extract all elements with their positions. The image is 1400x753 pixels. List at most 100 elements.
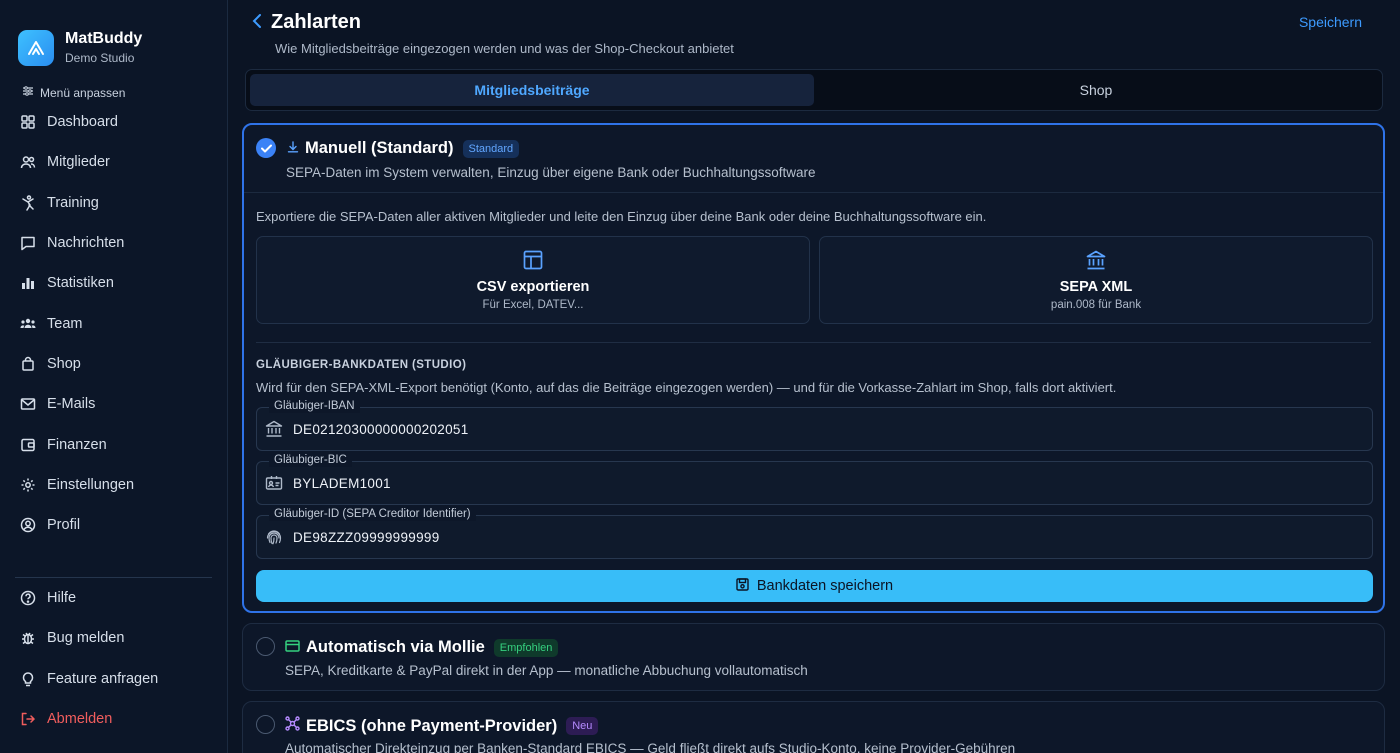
sidebar-item-label: Einstellungen — [47, 476, 135, 493]
sidebar-item-hilfe[interactable]: Hilfe — [0, 578, 228, 618]
chevron-left-icon — [252, 13, 262, 33]
sliders-icon — [22, 85, 34, 100]
sidebar-item-feature-anfragen[interactable]: Feature anfragen — [0, 659, 228, 699]
save-bank-data-button[interactable]: Bankdaten speichern — [256, 570, 1373, 602]
iban-input[interactable] — [293, 408, 1353, 450]
payment-option-mollie[interactable]: Automatisch via Mollie Empfohlen SEPA, K… — [242, 623, 1385, 691]
bic-field: Gläubiger-BIC — [256, 453, 1373, 505]
radio-selected-icon[interactable] — [256, 138, 276, 158]
sidebar-item-label: Profil — [47, 517, 81, 534]
bank-section-title: GLÄUBIGER-BANKDATEN (STUDIO) — [256, 359, 467, 371]
sepa-xml-export-button[interactable]: SEPA XML pain.008 für Bank — [819, 236, 1373, 324]
option-title: EBICS (ohne Payment-Provider) — [306, 716, 558, 735]
export-subtitle: pain.008 für Bank — [1050, 299, 1142, 311]
option-description: Automatischer Direkteinzug per Banken-St… — [285, 741, 1016, 753]
sidebar-item-dashboard[interactable]: Dashboard — [0, 102, 228, 142]
bank-icon — [265, 420, 283, 438]
iban-field: Gläubiger-IBAN — [256, 399, 1373, 451]
gear-icon — [20, 477, 36, 493]
bug-icon — [20, 630, 36, 646]
sidebar-item-mitglieder[interactable]: Mitglieder — [0, 142, 228, 182]
id-card-icon — [265, 474, 283, 492]
back-button[interactable] — [252, 13, 268, 33]
sidebar-item-label: Abmelden — [47, 711, 113, 728]
radio-button[interactable] — [256, 715, 275, 734]
save-bank-data-label: Bankdaten speichern — [756, 578, 894, 594]
status-badge: Empfohlen — [493, 638, 559, 657]
sidebar-item-abmelden[interactable]: Abmelden — [0, 699, 228, 739]
export-intro: Exportiere die SEPA-Daten aller aktiven … — [256, 209, 987, 224]
logout-icon — [20, 711, 36, 727]
brand-subtitle: Demo Studio — [65, 51, 135, 65]
wallet-icon — [20, 437, 36, 453]
sidebar-item-label: Training — [47, 194, 99, 211]
sidebar-item-training[interactable]: Training — [0, 183, 228, 223]
sidebar-item-label: Team — [47, 315, 83, 332]
users-icon — [20, 154, 36, 170]
sidebar-item-profil[interactable]: Profil — [0, 505, 228, 545]
bic-input[interactable] — [293, 462, 1353, 504]
csv-export-button[interactable]: CSV exportieren Für Excel, DATEV... — [256, 236, 810, 324]
radio-button[interactable] — [256, 637, 275, 656]
tab-mitgliedsbeitraege[interactable]: Mitgliedsbeiträge — [250, 74, 814, 106]
tab-shop[interactable]: Shop — [814, 74, 1378, 106]
sidebar-item-label: Feature anfragen — [47, 670, 159, 687]
credit-card-icon — [285, 639, 300, 657]
sidebar-item-label: Mitglieder — [47, 154, 110, 171]
main-nav: Dashboard Mitglieder Training Nachrichte… — [0, 102, 228, 545]
shopping-bag-icon — [20, 356, 36, 372]
sidebar-item-label: Bug melden — [47, 630, 125, 647]
export-title: SEPA XML — [1059, 279, 1133, 295]
sidebar-item-label: Dashboard — [47, 114, 118, 131]
section-divider — [256, 342, 1371, 343]
option-title: Automatisch via Mollie — [306, 638, 485, 656]
sidebar-item-label: Statistiken — [47, 275, 114, 292]
main-content: Zahlarten Wie Mitgliedsbeiträge eingezog… — [228, 0, 1400, 753]
status-badge: Standard — [462, 139, 520, 158]
sidebar: MatBuddy Demo Studio Menü anpassen Dashb… — [0, 0, 228, 753]
sidebar-item-label: Hilfe — [47, 590, 77, 607]
sidebar-item-statistiken[interactable]: Statistiken — [0, 263, 228, 303]
sidebar-item-label: Finanzen — [47, 436, 107, 453]
grid-icon — [20, 114, 36, 130]
sidebar-item-emails[interactable]: E-Mails — [0, 384, 228, 424]
brand-name: MatBuddy — [65, 30, 143, 47]
creditor-id-field: Gläubiger-ID (SEPA Creditor Identifier) — [256, 507, 1373, 559]
download-icon — [287, 140, 299, 158]
status-badge: Neu — [566, 717, 599, 735]
lightbulb-icon — [20, 671, 36, 687]
option-header[interactable]: Manuell (Standard) Standard SEPA-Daten i… — [244, 125, 1383, 193]
brand[interactable]: MatBuddy Demo Studio — [18, 29, 142, 66]
chat-icon — [20, 235, 36, 251]
sidebar-item-nachrichten[interactable]: Nachrichten — [0, 223, 228, 263]
option-description: SEPA-Daten im System verwalten, Einzug ü… — [286, 165, 816, 180]
help-icon — [20, 590, 36, 606]
sidebar-item-finanzen[interactable]: Finanzen — [0, 424, 228, 464]
menu-adjust-button[interactable]: Menü anpassen — [22, 85, 125, 100]
save-button[interactable]: Speichern — [1299, 14, 1362, 30]
sidebar-item-shop[interactable]: Shop — [0, 344, 228, 384]
option-title: Manuell (Standard) — [305, 139, 454, 157]
export-title: CSV exportieren — [476, 279, 590, 295]
brand-logo-icon — [18, 29, 54, 66]
creditor-id-input[interactable] — [293, 516, 1353, 558]
sidebar-item-einstellungen[interactable]: Einstellungen — [0, 465, 228, 505]
sidebar-item-label: Shop — [47, 355, 81, 372]
floppy-disk-icon — [736, 577, 749, 595]
user-circle-icon — [20, 517, 36, 533]
page-subtitle: Wie Mitgliedsbeiträge eingezogen werden … — [275, 41, 734, 56]
tab-bar: Mitgliedsbeiträge Shop — [245, 69, 1383, 111]
bar-chart-icon — [20, 275, 36, 291]
bank-icon — [1085, 249, 1107, 271]
page-title: Zahlarten — [271, 11, 362, 33]
sidebar-item-team[interactable]: Team — [0, 303, 228, 343]
sidebar-item-bug-melden[interactable]: Bug melden — [0, 618, 228, 658]
sidebar-item-label: E-Mails — [47, 396, 96, 413]
network-icon — [285, 716, 300, 736]
menu-adjust-label: Menü anpassen — [40, 85, 126, 100]
payment-option-ebics[interactable]: EBICS (ohne Payment-Provider) Neu Automa… — [242, 701, 1385, 753]
option-description: SEPA, Kreditkarte & PayPal direkt in der… — [285, 663, 808, 678]
payment-option-manual: Manuell (Standard) Standard SEPA-Daten i… — [242, 123, 1385, 613]
secondary-nav: Hilfe Bug melden Feature anfragen Abmeld… — [0, 578, 228, 739]
martial-arts-icon — [20, 194, 36, 211]
